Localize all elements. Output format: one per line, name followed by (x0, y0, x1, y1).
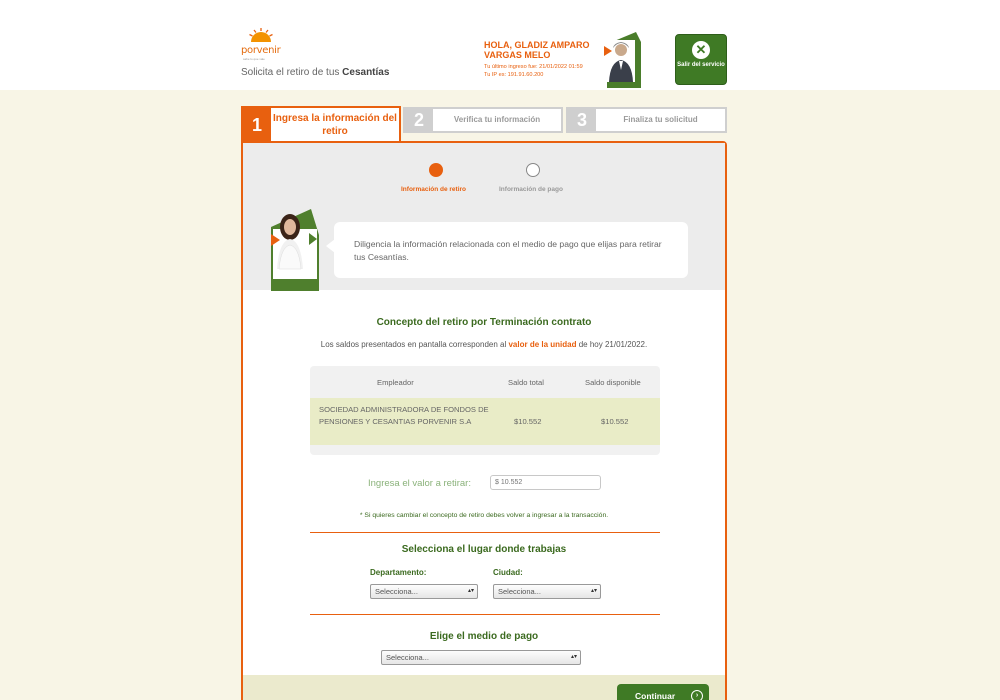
cell-saldo-disponible: $10.552 (601, 417, 629, 426)
step-tab-1: 1 Ingresa la información del retiro (241, 106, 401, 143)
departamento-label: Departamento: (370, 568, 427, 577)
section-divider (310, 532, 660, 533)
balances-table: Empleador Saldo total Saldo disponible S… (310, 366, 660, 455)
departamento-select[interactable]: Selecciona... ▴▾ (370, 584, 478, 599)
step-tab-3: 3 Finaliza tu solicitud (566, 107, 727, 133)
exit-service-button[interactable]: ✕ Salir del servicio (675, 34, 727, 85)
logo-tagline: sabe lo que vale (243, 57, 265, 61)
select-arrows-icon: ▴▾ (570, 654, 577, 660)
withdrawal-form-card: Información de retiro Información de pag… (241, 141, 727, 700)
step-tab-2: 2 Verifica tu información (403, 107, 563, 133)
progress-dot-retiro (429, 163, 443, 177)
ip-text: Tu IP es: 191.91.60.200 (484, 72, 544, 78)
greeting-name: Hola, GLADIZ AMPARO VARGAS MELO (484, 40, 590, 60)
user-avatar (604, 32, 641, 88)
instruction-bubble: Diligencia la información relacionada co… (334, 222, 688, 278)
select-arrows-icon: ▴▾ (467, 588, 474, 594)
info-band: Información de retiro Información de pag… (243, 143, 725, 291)
sun-logo-icon (249, 28, 273, 42)
cell-saldo-total: $10.552 (514, 417, 542, 426)
logo-wordmark: porvenir (241, 45, 281, 56)
step-2-number: 2 (405, 109, 433, 131)
last-login-text: Tu último ingreso fue: 21/01/2022 01:59 (484, 64, 583, 70)
progress-label-retiro: Información de retiro (401, 186, 467, 193)
exit-service-label: Salir del servicio (677, 62, 725, 68)
table-row: SOCIEDAD ADMINISTRADORA DE FONDOS DE PEN… (310, 398, 660, 445)
medio-title: Elige el medio de pago (429, 631, 539, 642)
col-saldo-disponible: Saldo disponible (585, 378, 641, 387)
step-3-number: 3 (568, 109, 596, 131)
ciudad-label: Ciudad: (493, 568, 523, 577)
step-2-label: Verifica tu información (453, 115, 541, 124)
lugar-title: Selecciona el lugar donde trabajas (401, 544, 567, 555)
saldos-note: Los saldos presentados en pantalla corre… (320, 340, 648, 349)
concepto-title: Concepto del retiro por Terminación cont… (376, 317, 592, 328)
ciudad-select[interactable]: Selecciona... ▴▾ (493, 584, 601, 599)
select-arrows-icon: ▴▾ (590, 588, 597, 594)
cell-empleador: SOCIEDAD ADMINISTRADORA DE FONDOS DE PEN… (319, 405, 489, 426)
user-greeting: Hola, GLADIZ AMPARO VARGAS MELO Tu últim… (484, 40, 604, 79)
step-1-number: 1 (243, 108, 271, 143)
continue-button[interactable]: Continuar › (617, 684, 709, 700)
step-1-label: Ingresa la información del retiro (273, 113, 397, 137)
table-header: Empleador Saldo total Saldo disponible (310, 366, 660, 398)
porvenir-logo[interactable]: porvenir sabe lo que vale (241, 28, 281, 62)
valor-input[interactable] (490, 475, 601, 490)
progress-label-pago: Información de pago (499, 186, 563, 193)
col-empleador: Empleador (377, 378, 414, 387)
advisor-illustration (271, 209, 319, 291)
valor-label: Ingresa el valor a retirar: (368, 478, 471, 489)
concepto-note: * Si quieres cambiar el concepto de reti… (359, 512, 609, 519)
step-3-label: Finaliza tu solicitud (623, 115, 698, 124)
page-subtitle: Solicita el retiro de tus Cesantías (241, 67, 390, 78)
top-header: porvenir sabe lo que vale Solicita el re… (0, 0, 1000, 90)
progress-dot-pago (526, 163, 540, 177)
col-saldo-total: Saldo total (508, 378, 544, 387)
section-divider (310, 614, 660, 615)
arrow-right-icon: › (691, 690, 703, 700)
close-icon: ✕ (692, 41, 710, 59)
medio-pago-select[interactable]: Selecciona... ▴▾ (381, 650, 581, 665)
valor-unidad-link: valor de la unidad (508, 340, 577, 349)
